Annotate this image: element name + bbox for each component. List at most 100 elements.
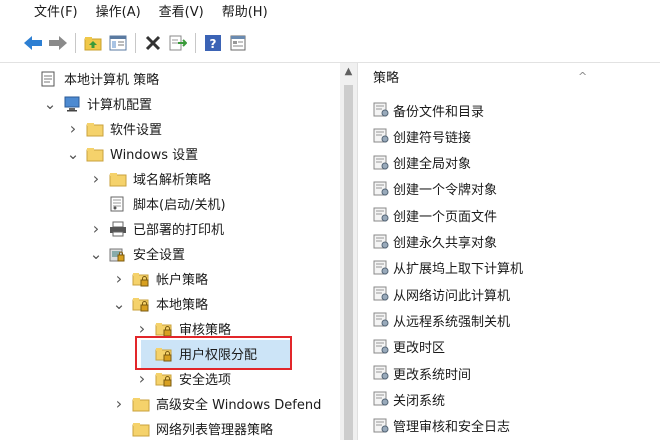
policy-list-item[interactable]: 从扩展坞上取下计算机	[373, 255, 523, 281]
tree-item[interactable]: › 帐户策略	[112, 266, 208, 291]
up-folder-icon[interactable]	[82, 32, 104, 54]
policy-setting-icon	[373, 155, 389, 171]
tree-item-label: 本地策略	[156, 298, 209, 313]
menu-view[interactable]: 查看(V)	[150, 0, 213, 26]
lock-folder-icon	[155, 321, 173, 337]
policy-list-item[interactable]: 更改时区	[373, 334, 445, 360]
tree-item-label: 计算机配置	[87, 98, 153, 113]
expand-chevron-icon[interactable]: ⌄	[66, 141, 80, 166]
policy-setting-icon	[373, 418, 389, 434]
policy-setting-icon	[373, 391, 389, 407]
policy-list-label: 创建一个令牌对象	[393, 183, 498, 199]
tree-item-label: 域名解析策略	[133, 173, 212, 188]
policy-setting-icon	[373, 234, 389, 250]
printer-icon	[109, 221, 127, 237]
policy-list-label: 从扩展坞上取下计算机	[393, 262, 524, 278]
policy-list-item[interactable]: 关闭系统	[373, 386, 445, 412]
properties-icon[interactable]	[227, 32, 249, 54]
collapse-chevron-icon[interactable]: ›	[89, 216, 103, 241]
tree-item[interactable]: › 软件设置	[66, 116, 162, 141]
tree-item-label: 脚本(启动/关机)	[133, 198, 226, 213]
tree-item-label: Windows 设置	[110, 148, 199, 163]
sort-caret-icon: ^	[578, 70, 588, 83]
toolbar-separator	[195, 33, 196, 53]
script-icon	[109, 196, 127, 212]
forward-arrow-icon[interactable]	[47, 32, 69, 54]
menu-file[interactable]: 文件(F)	[0, 0, 87, 26]
policy-list-item[interactable]: 更改系统时间	[373, 360, 471, 386]
lock-folder-icon	[155, 371, 173, 387]
policy-setting-icon	[373, 286, 389, 302]
toolbar: ?	[0, 28, 660, 58]
policy-setting-icon	[373, 102, 389, 118]
computer-icon	[63, 96, 81, 112]
policy-setting-icon	[373, 260, 389, 276]
policy-list-item[interactable]: 管理审核和安全日志	[373, 413, 510, 439]
svg-text:?: ?	[210, 37, 217, 51]
scroll-thumb[interactable]	[344, 85, 353, 440]
tree-item[interactable]: ⌄ Windows 设置	[66, 141, 198, 166]
menu-action[interactable]: 操作(A)	[87, 0, 150, 26]
tree-item-label: 安全选项	[179, 373, 232, 388]
policy-list-item[interactable]: 从网络访问此计算机	[373, 281, 510, 307]
tree-item[interactable]: ⌄ 本地策略	[112, 291, 208, 316]
policy-list-item[interactable]: 创建符号链接	[373, 123, 471, 149]
policy-list-label: 创建永久共享对象	[393, 236, 498, 251]
menu-bar: 文件(F) 操作(A) 查看(V) 帮助(H)	[0, 0, 660, 26]
tree-item[interactable]: 脚本(启动/关机)	[89, 191, 226, 216]
tree-item-label: 用户权限分配	[179, 348, 258, 363]
column-header-label: 策略	[373, 71, 400, 86]
policy-doc-icon	[40, 71, 58, 87]
tree-item[interactable]: › 已部署的打印机	[89, 216, 224, 241]
delete-icon[interactable]	[142, 32, 164, 54]
export-list-icon[interactable]	[167, 32, 189, 54]
help-icon[interactable]: ?	[202, 32, 224, 54]
back-arrow-icon[interactable]	[22, 32, 44, 54]
tree-item[interactable]: ⌄ 安全设置	[89, 241, 185, 266]
policy-setting-icon	[373, 312, 389, 328]
policy-list-label: 更改系统时间	[393, 367, 472, 383]
folder-icon	[86, 121, 104, 137]
folder-icon	[86, 146, 104, 162]
policy-list-label: 更改时区	[393, 341, 446, 357]
policy-setting-icon	[373, 365, 389, 381]
lock-folder-icon	[132, 296, 150, 312]
menu-help[interactable]: 帮助(H)	[213, 0, 277, 26]
policy-list-label: 创建全局对象	[393, 157, 472, 173]
lock-folder-icon	[132, 271, 150, 287]
collapse-chevron-icon[interactable]: ›	[66, 116, 80, 141]
expand-chevron-icon[interactable]: ⌄	[43, 91, 57, 116]
policy-list-item[interactable]: 创建全局对象	[373, 150, 471, 176]
tree-vertical-scrollbar[interactable]: ▲	[340, 63, 357, 440]
scroll-up-arrow-icon[interactable]: ▲	[340, 63, 357, 80]
column-header-policy[interactable]: 策略 ^	[365, 63, 660, 93]
policy-list-item[interactable]: 从远程系统强制关机	[373, 307, 510, 333]
folder-icon	[132, 421, 150, 437]
policy-list-item[interactable]: 创建一个令牌对象	[373, 176, 497, 202]
policy-list-label: 从远程系统强制关机	[393, 314, 511, 330]
tree-item[interactable]: › 高级安全 Windows Defend	[112, 391, 322, 416]
expand-chevron-icon[interactable]: ⌄	[112, 291, 126, 316]
collapse-chevron-icon[interactable]: ›	[89, 166, 103, 191]
expand-chevron-icon[interactable]: ⌄	[89, 241, 103, 266]
policy-list-pane: 策略 ^ 备份文件和目录 创建符号链接创建全局对象创建一个令牌对象创建一个页面文件…	[365, 63, 660, 440]
tree-item[interactable]: 本地计算机 策略	[20, 66, 159, 91]
collapse-chevron-icon[interactable]: ›	[112, 391, 126, 416]
tree-item-label: 网络列表管理器策略	[156, 423, 274, 438]
tree-item[interactable]: 网络列表管理器策略	[112, 416, 273, 440]
policy-list-item[interactable]: 创建永久共享对象	[373, 229, 497, 255]
policy-list-label: 从网络访问此计算机	[393, 288, 511, 304]
collapse-chevron-icon[interactable]: ›	[112, 266, 126, 291]
tree-item-label: 高级安全 Windows Defend	[156, 398, 322, 413]
tree-item[interactable]: 用户权限分配	[135, 341, 257, 366]
tree-item[interactable]: ⌄ 计算机配置	[43, 91, 152, 116]
policy-list-item[interactable]: 备份文件和目录	[373, 97, 484, 123]
tree-item-label: 本地计算机 策略	[64, 73, 160, 88]
show-hide-tree-icon[interactable]	[107, 32, 129, 54]
tree-item[interactable]: › 域名解析策略	[89, 166, 211, 191]
policy-list-item[interactable]: 创建一个页面文件	[373, 202, 497, 228]
tree-item-label: 安全设置	[133, 248, 186, 263]
